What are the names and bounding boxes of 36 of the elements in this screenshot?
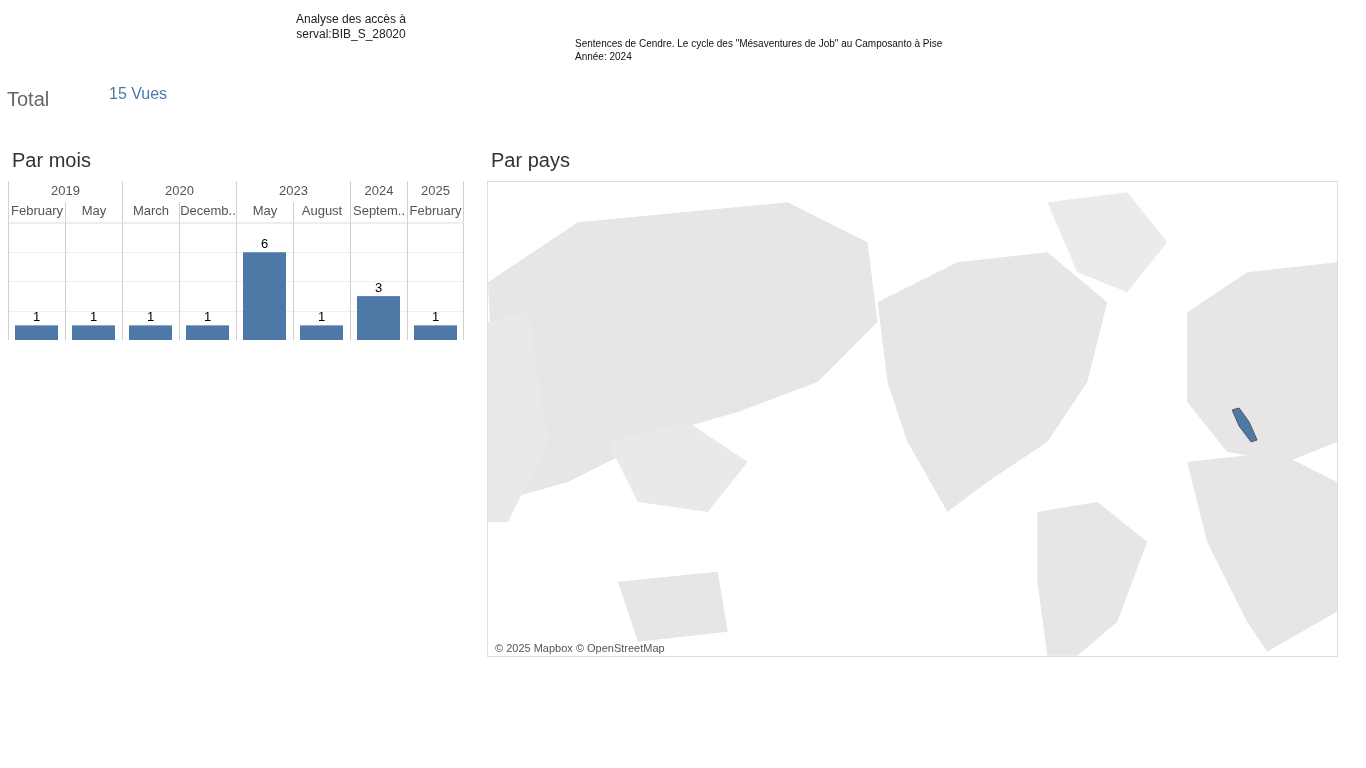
month-header: May [236, 202, 293, 223]
year-header: 2023 [236, 181, 350, 202]
report-title: Analyse des accès à serval:BIB_S_28020 [294, 11, 408, 43]
year-header: 2025 [407, 181, 464, 202]
year-header: 2019 [8, 181, 122, 202]
bar [357, 296, 400, 340]
bar [15, 325, 58, 340]
section-title: Par mois [11, 148, 92, 173]
bar-value: 1 [317, 309, 326, 325]
bar [300, 325, 343, 340]
bar [72, 325, 115, 340]
year-header: 2020 [122, 181, 236, 202]
bar-value: 6 [260, 236, 269, 252]
bar [414, 325, 457, 340]
month-header: February [407, 202, 464, 223]
total-value: 15 Vues [109, 85, 168, 103]
bar [129, 325, 172, 340]
year-label: Année: 2024 [575, 50, 633, 63]
document-title: Sentences de Cendre. Le cycle des "Mésaventures de Job" au Camposanto à Pise [575, 37, 943, 50]
month-header: March [122, 202, 179, 223]
month-header: August [293, 202, 350, 223]
bar-value: 3 [374, 280, 383, 296]
month-header: February [8, 202, 65, 223]
bar [186, 325, 229, 340]
map-attribution: © 2025 Mapbox © OpenStreetMap [493, 642, 667, 654]
bar-value: 1 [203, 309, 212, 325]
month-header: Decemb.. [179, 202, 236, 223]
bar-value: 1 [146, 309, 155, 325]
total-label: Total [7, 88, 51, 111]
month-header: Septem.. [350, 202, 407, 223]
bar-value: 1 [32, 309, 41, 325]
bar-value: 1 [431, 309, 440, 325]
bar-value: 1 [89, 309, 98, 325]
month-header: May [65, 202, 122, 223]
year-header: 2024 [350, 181, 407, 202]
section-title: Par pays [490, 148, 571, 173]
